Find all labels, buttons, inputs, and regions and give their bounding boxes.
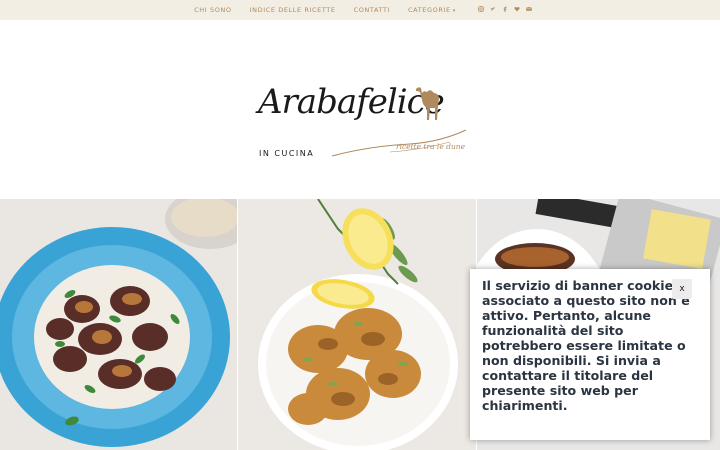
nav-item-categorie[interactable]: CATEGORIE ▾ — [408, 6, 456, 14]
nav-item-contatti[interactable]: CONTATTI — [354, 6, 390, 14]
nav-item-categorie-label: CATEGORIE — [408, 6, 451, 14]
logo-tagline: ricette tra le dune — [396, 142, 466, 151]
instagram-icon[interactable] — [475, 6, 487, 14]
close-button[interactable]: x — [672, 279, 692, 299]
nav-item-indice-ricette[interactable]: INDICE DELLE RICETTE — [250, 6, 336, 14]
cookie-banner: Il servizio di banner cookie associato a… — [470, 269, 710, 440]
camel-icon — [416, 87, 439, 120]
facebook-icon[interactable] — [499, 6, 511, 14]
nav-item-chi-sono[interactable]: CHI SONO — [194, 6, 231, 14]
mail-icon[interactable] — [523, 6, 535, 14]
cookie-banner-text: Il servizio di banner cookie associato a… — [482, 278, 690, 413]
chevron-down-icon: ▾ — [452, 8, 456, 14]
twitter-icon[interactable] — [487, 6, 499, 14]
social-links — [475, 6, 535, 14]
recipe-image-fritters[interactable] — [238, 199, 476, 450]
recipe-image-eggplant[interactable] — [0, 199, 237, 450]
site-logo[interactable]: Arabafelice IN CUCINA ricette tra le dun… — [250, 74, 480, 169]
logo-subtitle: IN CUCINA — [259, 149, 315, 158]
top-navigation: CHI SONO INDICE DELLE RICETTE CONTATTI C… — [0, 0, 720, 20]
heart-icon[interactable] — [511, 6, 523, 14]
